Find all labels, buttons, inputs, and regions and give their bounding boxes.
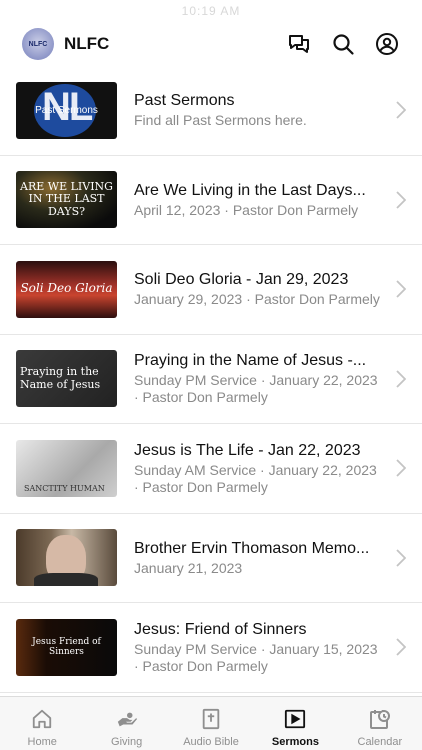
sermon-thumbnail: NL Past Sermons	[16, 81, 117, 139]
play-icon	[282, 706, 308, 732]
thumbnail-text: SANCTITY HUMAN	[24, 483, 105, 493]
sermon-thumbnail: Jesus Friend of Sinners	[16, 618, 117, 676]
sermon-title: Jesus: Friend of Sinners	[134, 620, 307, 638]
sermon-subtitle: Sunday AM Service · January 22, 2023 · P…	[134, 461, 377, 495]
sermon-subtitle: Sunday PM Service · January 22, 2023 · P…	[134, 372, 378, 406]
sermon-title: Are We Living in the Last Days...	[134, 181, 366, 199]
tab-label: Giving	[111, 736, 143, 748]
sermon-subtitle: January 29, 2023 · Pastor Don Parmely	[134, 291, 380, 308]
sermon-title: Soli Deo Gloria - Jan 29, 2023	[134, 271, 349, 289]
sermon-title: Past Sermons	[134, 92, 235, 110]
sermon-title: Praying in the Name of Jesus -...	[134, 352, 367, 370]
chevron-right-icon	[396, 101, 406, 119]
sermon-title: Jesus is The Life - Jan 22, 2023	[134, 441, 361, 459]
thumbnail-text: ARE WE LIVING IN THE LAST DAYS?	[20, 179, 113, 219]
tab-sermons[interactable]: Sermons	[253, 697, 337, 750]
sermon-subtitle: Sunday PM Service · January 15, 2023 · P…	[134, 640, 378, 674]
chevron-right-icon	[396, 370, 406, 388]
church-logo-text: NLFC	[28, 40, 48, 48]
search-icon[interactable]	[330, 31, 356, 57]
chevron-right-icon	[396, 549, 406, 567]
tab-bar: Home Giving Audio Bible Sermons Calendar	[0, 696, 422, 750]
home-icon	[29, 706, 55, 732]
tab-label: Calendar	[357, 736, 403, 748]
sermon-title: Brother Ervin Thomason Memo...	[134, 539, 370, 557]
app-title: NLFC	[64, 34, 110, 53]
sermon-thumbnail: Praying in the Name of Jesus	[16, 350, 117, 408]
sermon-thumbnail: ARE WE LIVING IN THE LAST DAYS?	[16, 171, 117, 229]
profile-icon[interactable]	[374, 31, 400, 57]
header-actions	[286, 31, 400, 57]
sermon-subtitle: April 12, 2023 · Pastor Don Parmely	[134, 201, 359, 218]
tab-home[interactable]: Home	[0, 697, 84, 750]
sermon-row[interactable]: NL Past Sermons Past Sermons Find all Pa…	[0, 66, 422, 156]
thumbnail-text: Jesus Friend of Sinners	[32, 636, 101, 658]
tab-calendar[interactable]: Calendar	[338, 697, 422, 750]
sermon-thumbnail: Soli Deo Gloria	[16, 260, 117, 318]
thumbnail-text: Soli Deo Gloria	[20, 281, 113, 296]
tab-label: Sermons	[271, 736, 319, 748]
sermon-row[interactable]: Praying in the Name of Jesus Praying in …	[0, 335, 422, 424]
thumbnail-text: Past Sermons	[35, 104, 98, 116]
messages-icon[interactable]	[286, 31, 312, 57]
sermon-row[interactable]: Jesus Friend of Sinners Jesus: Friend of…	[0, 603, 422, 693]
sermon-subtitle: January 21, 2023	[134, 559, 243, 576]
chevron-right-icon	[396, 459, 406, 477]
chevron-right-icon	[396, 280, 406, 298]
sermon-row[interactable]: Brother Ervin Thomason Memo... January 2…	[0, 514, 422, 603]
tab-audio-bible[interactable]: Audio Bible	[169, 697, 253, 750]
chevron-right-icon	[396, 638, 406, 656]
tab-label: Audio Bible	[183, 736, 239, 748]
bible-icon	[198, 706, 224, 732]
sermon-thumbnail	[16, 529, 117, 587]
app-header: NLFC NLFC	[0, 22, 422, 66]
sermon-row[interactable]: SANCTITY HUMAN Jesus is The Life - Jan 2…	[0, 424, 422, 514]
chevron-right-icon	[396, 191, 406, 209]
calendar-icon	[367, 706, 393, 732]
sermon-thumbnail: SANCTITY HUMAN	[16, 439, 117, 497]
sermon-list: NL Past Sermons Past Sermons Find all Pa…	[0, 66, 422, 693]
sermon-row[interactable]: ARE WE LIVING IN THE LAST DAYS? Are We L…	[0, 156, 422, 245]
tab-label: Home	[27, 736, 57, 748]
church-logo: NLFC	[22, 28, 54, 60]
thumbnail-text: Praying in the Name of Jesus	[20, 365, 101, 391]
status-time: 10:19 AM	[181, 4, 241, 18]
giving-icon	[114, 706, 140, 732]
sermon-subtitle: Find all Past Sermons here.	[134, 112, 307, 129]
sermon-row[interactable]: Soli Deo Gloria Soli Deo Gloria - Jan 29…	[0, 245, 422, 335]
tab-giving[interactable]: Giving	[84, 697, 168, 750]
